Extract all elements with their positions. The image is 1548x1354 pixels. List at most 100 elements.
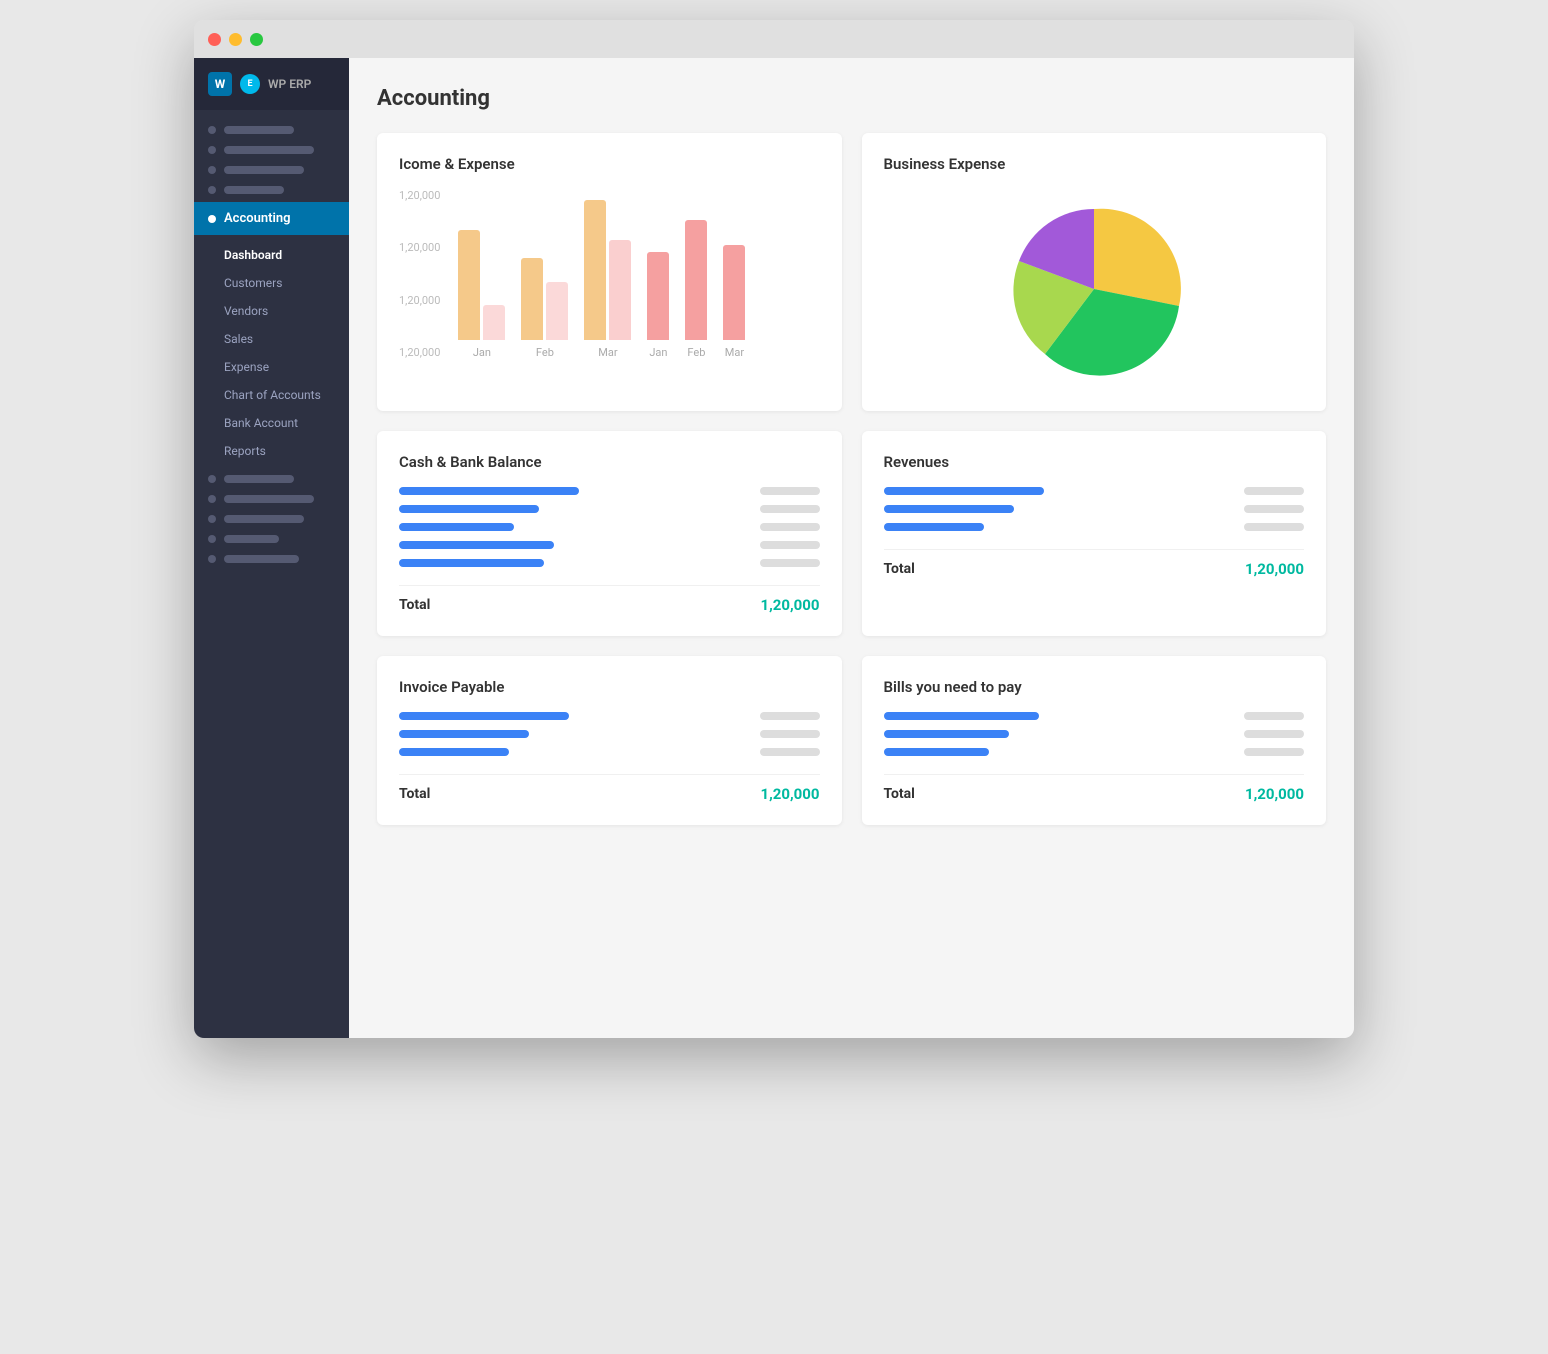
- bar-jan2-expense: [647, 252, 669, 340]
- invoice-row-3: [399, 748, 820, 756]
- bills-bar-gray-3: [1244, 748, 1304, 756]
- dot-icon: [208, 495, 216, 503]
- bar-jan-income: [458, 230, 480, 340]
- rev-bar-blue-2: [884, 505, 1014, 513]
- invoice-payable-rows: [399, 712, 820, 756]
- sidebar-item-chart-of-accounts[interactable]: Chart of Accounts: [194, 381, 349, 409]
- sidebar: W E WP ERP: [194, 58, 349, 1038]
- revenues-row-2: [884, 505, 1305, 513]
- pie-chart-container: [884, 189, 1305, 389]
- bills-bar-blue-2: [884, 730, 1009, 738]
- sidebar-placeholder-1: [194, 120, 349, 140]
- y-label-1: 1,20,000: [399, 189, 440, 202]
- bills-bar-gray-1: [1244, 712, 1304, 720]
- bar-feb-expense: [546, 282, 568, 340]
- bar-group-jan2: Jan: [647, 252, 669, 359]
- income-expense-title: Icome & Expense: [399, 155, 820, 173]
- cash-bank-card: Cash & Bank Balance: [377, 431, 842, 636]
- bar-feb-income: [521, 258, 543, 340]
- inv-bar-blue-1: [399, 712, 569, 720]
- bills-total-row: Total 1,20,000: [884, 774, 1305, 803]
- bar-mar2-expense: [723, 245, 745, 340]
- sidebar-item-customers[interactable]: Customers: [194, 269, 349, 297]
- bar-label-jan1: Jan: [473, 346, 491, 359]
- main-content: Accounting Icome & Expense 1,20,000 1,20…: [349, 58, 1354, 1038]
- inv-bar-gray-2: [760, 730, 820, 738]
- bar-group-feb1: Feb: [521, 258, 568, 359]
- cash-bank-rows: [399, 487, 820, 567]
- sidebar-item-dashboard[interactable]: Dashboard: [194, 241, 349, 269]
- revenues-card: Revenues: [862, 431, 1327, 636]
- sidebar-item-vendors[interactable]: Vendors: [194, 297, 349, 325]
- sidebar-item-accounting[interactable]: Accounting: [194, 202, 349, 235]
- sidebar-placeholder-2: [194, 140, 349, 160]
- bills-bar-gray-2: [1244, 730, 1304, 738]
- y-label-2: 1,20,000: [399, 241, 440, 254]
- placeholder-bar: [224, 555, 299, 563]
- titlebar: [194, 20, 1354, 58]
- cash-bank-title: Cash & Bank Balance: [399, 453, 820, 471]
- dot-icon: [208, 146, 216, 154]
- data-bar-blue-4: [399, 541, 554, 549]
- bills-row-2: [884, 730, 1305, 738]
- revenues-total-label: Total: [884, 561, 915, 577]
- invoice-row-2: [399, 730, 820, 738]
- accounting-label: Accounting: [224, 211, 291, 226]
- revenues-row-3: [884, 523, 1305, 531]
- inv-bar-gray-3: [760, 748, 820, 756]
- sidebar-bottom-placeholder-1: [194, 469, 349, 489]
- dot-icon: [208, 186, 216, 194]
- rev-bar-blue-1: [884, 487, 1044, 495]
- placeholder-bar: [224, 495, 314, 503]
- bar-group-mar2: Mar: [723, 245, 745, 359]
- revenues-total-row: Total 1,20,000: [884, 549, 1305, 578]
- dot-icon: [208, 535, 216, 543]
- dot-icon: [208, 166, 216, 174]
- data-bar-gray-4: [760, 541, 820, 549]
- placeholder-bar: [224, 186, 284, 194]
- close-button[interactable]: [208, 33, 221, 46]
- sidebar-sub-menu: Dashboard Customers Vendors Sales Expens…: [194, 237, 349, 469]
- data-bar-blue-1: [399, 487, 579, 495]
- erp-icon: E: [240, 74, 260, 94]
- data-bar-gray-3: [760, 523, 820, 531]
- y-label-4: 1,20,000: [399, 346, 440, 359]
- invoice-total-label: Total: [399, 786, 430, 802]
- invoice-total-row: Total 1,20,000: [399, 774, 820, 803]
- sidebar-placeholder-3: [194, 160, 349, 180]
- revenues-total-value: 1,20,000: [1245, 560, 1304, 578]
- sidebar-top-menu: Accounting Dashboard Customers Vendors S…: [194, 110, 349, 579]
- maximize-button[interactable]: [250, 33, 263, 46]
- sidebar-item-sales[interactable]: Sales: [194, 325, 349, 353]
- placeholder-bar: [224, 166, 304, 174]
- dot-icon: [208, 475, 216, 483]
- bar-label-jan2: Jan: [649, 346, 667, 359]
- bills-total-value: 1,20,000: [1245, 785, 1304, 803]
- bar-mar-expense: [609, 240, 631, 340]
- inv-bar-blue-2: [399, 730, 529, 738]
- sidebar-item-expense[interactable]: Expense: [194, 353, 349, 381]
- cash-bank-row-1: [399, 487, 820, 495]
- dot-icon: [208, 515, 216, 523]
- bar-label-mar2: Mar: [725, 346, 744, 359]
- bills-rows: [884, 712, 1305, 756]
- placeholder-bar: [224, 535, 279, 543]
- bar-group-mar1: Mar: [584, 200, 631, 359]
- bar-label-mar1: Mar: [598, 346, 617, 359]
- dashboard-grid: Icome & Expense 1,20,000 1,20,000 1,20,0…: [377, 133, 1326, 825]
- sidebar-bottom-placeholder-4: [194, 529, 349, 549]
- sidebar-item-bank-account[interactable]: Bank Account: [194, 409, 349, 437]
- rev-bar-gray-2: [1244, 505, 1304, 513]
- bills-row-3: [884, 748, 1305, 756]
- dot-icon: [208, 126, 216, 134]
- placeholder-bar: [224, 126, 294, 134]
- active-dot-icon: [208, 215, 216, 223]
- minimize-button[interactable]: [229, 33, 242, 46]
- cash-bank-row-3: [399, 523, 820, 531]
- y-label-3: 1,20,000: [399, 294, 440, 307]
- placeholder-bar: [224, 475, 294, 483]
- data-bar-blue-5: [399, 559, 544, 567]
- bar-label-feb1: Feb: [536, 346, 554, 359]
- sidebar-item-reports[interactable]: Reports: [194, 437, 349, 465]
- rev-bar-gray-1: [1244, 487, 1304, 495]
